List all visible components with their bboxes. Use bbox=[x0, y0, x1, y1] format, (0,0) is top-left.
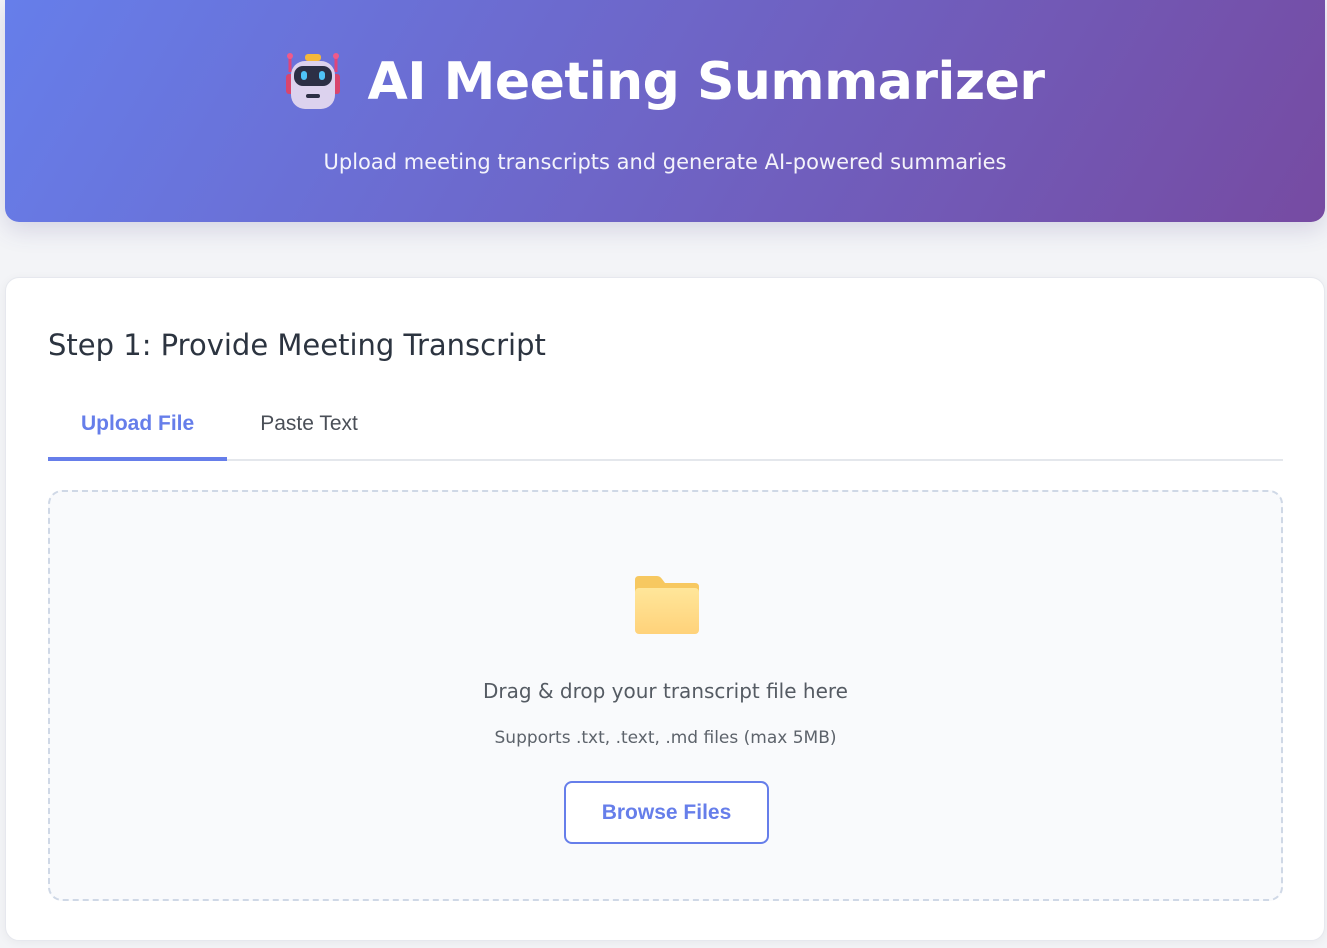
folder-icon bbox=[635, 576, 699, 634]
app-title: AI Meeting Summarizer bbox=[367, 52, 1045, 112]
tab-paste-text[interactable]: Paste Text bbox=[227, 404, 391, 461]
input-tabs: Upload File Paste Text bbox=[48, 404, 1283, 461]
drop-instructions: Drag & drop your transcript file here bbox=[483, 679, 848, 703]
header-title-row: AI Meeting Summarizer bbox=[5, 52, 1325, 112]
tab-upload-file[interactable]: Upload File bbox=[48, 404, 228, 461]
app-header: AI Meeting Summarizer Upload meeting tra… bbox=[5, 0, 1325, 222]
supported-formats-hint: Supports .txt, .text, .md files (max 5MB… bbox=[494, 728, 837, 748]
browse-files-button[interactable]: Browse Files bbox=[564, 781, 769, 844]
transcript-card: Step 1: Provide Meeting Transcript Uploa… bbox=[5, 277, 1325, 941]
step-title: Step 1: Provide Meeting Transcript bbox=[48, 328, 546, 362]
robot-icon bbox=[286, 53, 341, 109]
file-dropzone[interactable]: Drag & drop your transcript file here Su… bbox=[48, 490, 1283, 901]
app-subtitle: Upload meeting transcripts and generate … bbox=[323, 150, 1007, 174]
